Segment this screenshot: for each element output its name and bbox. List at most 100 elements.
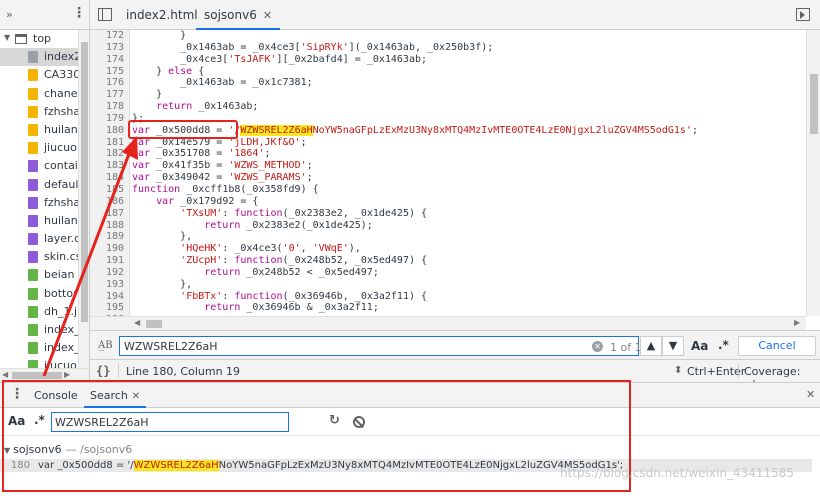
tree-item-file[interactable]: index_: [0, 321, 78, 339]
tree-item-label: chane: [44, 86, 78, 100]
tree-item-file[interactable]: layer.c: [0, 230, 78, 248]
file-icon: [28, 87, 38, 100]
more-options-icon[interactable]: ⋮: [72, 6, 86, 20]
replace-toggle-icon[interactable]: A̲B: [98, 340, 113, 351]
line-number: 172: [105, 30, 124, 41]
close-icon[interactable]: ✕: [132, 391, 140, 402]
expand-arrow-icon[interactable]: ▼: [4, 446, 10, 455]
clear-search-icon[interactable]: ✕: [592, 341, 603, 352]
tree-item-file[interactable]: contai: [0, 157, 78, 175]
result-file-header[interactable]: ▼ sojsonv6— /sojsonv6: [4, 443, 132, 456]
close-drawer-icon[interactable]: ✕: [806, 388, 815, 401]
file-icon: [28, 142, 38, 155]
navigator-horizontal-scrollbar[interactable]: ◀ ▶: [0, 368, 89, 382]
tree-item-label: beian: [44, 268, 75, 282]
tree-item-file[interactable]: fzhsha: [0, 194, 78, 212]
clear-icon[interactable]: [353, 416, 365, 428]
close-icon[interactable]: ✕: [263, 9, 272, 22]
scrollbar-thumb[interactable]: [810, 74, 818, 134]
tree-item-file[interactable]: chane: [0, 85, 78, 103]
line-number: 181: [105, 136, 124, 148]
pretty-print-button[interactable]: {}: [96, 364, 110, 378]
tree-item-file[interactable]: bottor: [0, 285, 78, 303]
match-case-toggle[interactable]: Aa: [691, 339, 708, 353]
tab-console[interactable]: Console: [28, 383, 84, 408]
sources-panel: » ⋮ ▼ top index2 CA330 chane fzhsha huilan ji…: [0, 0, 820, 391]
toggle-debugger-icon[interactable]: [796, 8, 810, 21]
search-highlight: WZWSREL2Z6aH: [240, 124, 313, 136]
tree-item-file[interactable]: CA330: [0, 66, 78, 84]
code-line: }: [132, 30, 187, 41]
find-input[interactable]: [119, 336, 639, 356]
tree-item-file[interactable]: jiucuo: [0, 357, 78, 368]
refresh-icon[interactable]: ↻: [329, 413, 340, 428]
code-line-highlighted: var _0x500dd8 = '/WZWSREL2Z6aHNoYW5naGFp…: [132, 124, 698, 136]
tree-item-file[interactable]: defaul: [0, 176, 78, 194]
more-tools-icon[interactable]: ⋮: [10, 387, 24, 401]
scrollbar-thumb[interactable]: [12, 372, 62, 379]
code-line: }: [132, 89, 163, 101]
code-line: return _0x36946b & _0x3a2f11;: [204, 302, 379, 314]
code-horizontal-scrollbar[interactable]: ◀ ▶: [90, 316, 806, 330]
code-vertical-scrollbar[interactable]: [806, 30, 820, 316]
result-line-number: 180: [10, 460, 30, 471]
tab-sojsonv6[interactable]: sojsonv6 ✕: [196, 0, 281, 30]
scroll-right-icon[interactable]: ▶: [794, 318, 800, 327]
scrollbar-thumb[interactable]: [81, 42, 88, 322]
code-line: _0x1463ab = _0x4ce3['SipRYk'](_0x1463ab,…: [132, 41, 494, 53]
toggle-navigator-icon[interactable]: [98, 8, 112, 21]
tab-search[interactable]: Search ✕: [84, 383, 147, 408]
tab-label: Search: [90, 389, 128, 402]
tree-item-file[interactable]: beian: [0, 266, 78, 284]
cancel-button[interactable]: Cancel: [738, 336, 816, 356]
tree-item-file[interactable]: index_: [0, 339, 78, 357]
line-number: 177: [105, 89, 124, 101]
tree-item-top[interactable]: ▼ top: [0, 30, 78, 48]
code-line: 'ZUcpH': function(_0x248b52, _0x5ed497) …: [180, 255, 428, 267]
expand-arrow-icon[interactable]: ▼: [4, 33, 10, 42]
tree-item-label: huilan: [44, 213, 78, 227]
code-area[interactable]: 172 173 174 175 176 177 178 179 180 181 182 183 184 1…: [90, 30, 820, 330]
tree-item-file[interactable]: fzhsha: [0, 103, 78, 121]
match-case-toggle[interactable]: Aa: [8, 414, 25, 428]
code-line: return _0x248b52 < _0x5ed497;: [204, 266, 379, 278]
file-icon: [28, 123, 38, 136]
tree-item-label: fzhsha: [44, 195, 78, 209]
previous-match-button[interactable]: ▲: [640, 336, 662, 356]
scroll-left-icon[interactable]: ◀: [134, 318, 140, 327]
tree-item-file[interactable]: index2: [0, 48, 78, 67]
tab-index2-html[interactable]: index2.html: [118, 0, 206, 30]
tree-item-file[interactable]: huilan: [0, 121, 78, 139]
match-count: 1 of 1: [610, 341, 642, 354]
file-icon: [28, 342, 38, 355]
drawer-tab-bar: ⋮ Console Search ✕ ✕: [0, 383, 820, 408]
tree-item-file[interactable]: jiucuo: [0, 139, 78, 157]
tree-item-label: huilan: [44, 122, 78, 136]
chevron-double-right-icon[interactable]: »: [6, 8, 13, 21]
tree-item-file[interactable]: skin.cs: [0, 248, 78, 266]
scroll-right-icon[interactable]: ▶: [64, 370, 70, 379]
tab-label: sojsonv6: [204, 8, 257, 22]
file-icon: [28, 360, 38, 368]
code-line: var _0x349042 = 'WZWS_PARAMS';: [132, 172, 313, 184]
search-input[interactable]: [51, 412, 289, 432]
navigator-vertical-scrollbar[interactable]: [78, 30, 89, 368]
tree-item-file[interactable]: dh_1.j: [0, 303, 78, 321]
next-match-button[interactable]: ▼: [662, 336, 684, 356]
regex-toggle[interactable]: .*: [718, 338, 729, 352]
result-file-name: sojsonv6: [13, 443, 62, 456]
line-number: 190: [105, 243, 124, 255]
code-content[interactable]: } _0x1463ab = _0x4ce3['SipRYk'](_0x1463a…: [132, 30, 804, 316]
file-icon: [28, 305, 38, 318]
drawer-panel: ⋮ Console Search ✕ ✕ Aa .* ↻ ▼sojsonv6— /…: [0, 382, 820, 499]
result-prefix: var _0x500dd8 = '/: [38, 460, 134, 471]
tree-item-label: jiucuo: [44, 359, 77, 368]
tree-item-file[interactable]: huilan: [0, 212, 78, 230]
editor-tab-bar: index2.html sojsonv6 ✕: [90, 0, 820, 30]
code-line: _0x1463ab = _0x1c7381;: [132, 77, 313, 89]
regex-toggle[interactable]: .*: [34, 413, 45, 427]
tab-label: Console: [34, 389, 78, 402]
scrollbar-thumb[interactable]: [146, 320, 162, 328]
scroll-left-icon[interactable]: ◀: [2, 370, 8, 379]
line-number: 182: [105, 148, 124, 160]
